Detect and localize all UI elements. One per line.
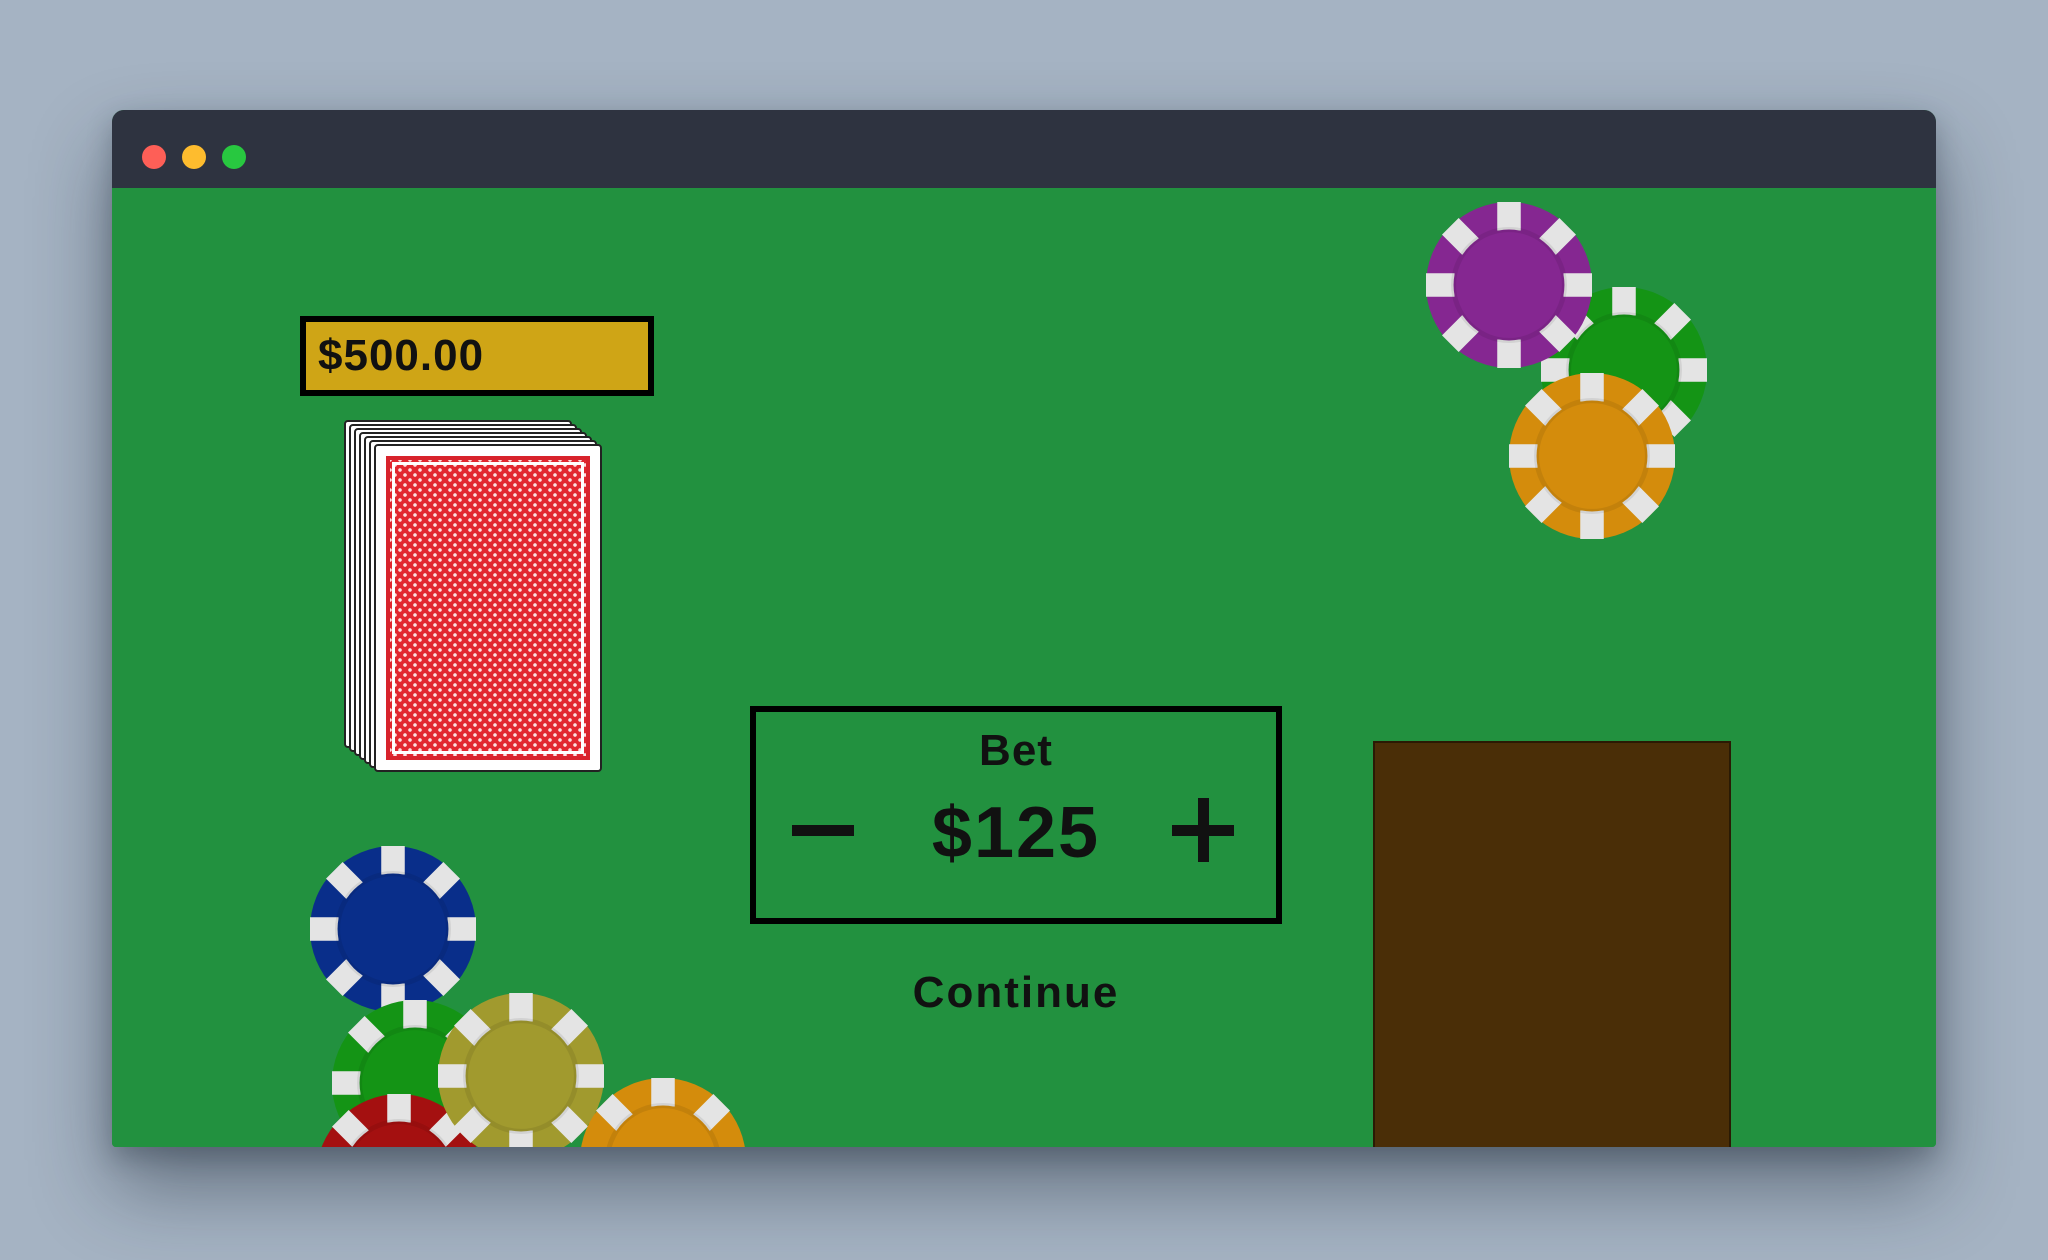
orange-chip[interactable] <box>579 1077 747 1147</box>
top-card <box>374 444 602 772</box>
card-back-pattern <box>386 456 590 760</box>
continue-button[interactable]: Continue <box>750 968 1282 1018</box>
purple-chip[interactable] <box>1425 201 1593 374</box>
bet-label: Bet <box>979 726 1053 775</box>
balance-value: $500.00 <box>318 331 485 380</box>
close-button[interactable] <box>142 145 166 169</box>
bet-panel: Bet $125 <box>750 706 1282 924</box>
orange-chip[interactable] <box>1508 372 1676 545</box>
game-table: $500.00 Bet $125 Continue <box>112 188 1936 1147</box>
discard-tray <box>1373 741 1731 1147</box>
app-window: $500.00 Bet $125 Continue <box>112 110 1936 1147</box>
minimize-button[interactable] <box>182 145 206 169</box>
balance-display: $500.00 <box>300 316 654 396</box>
title-bar <box>112 110 1936 188</box>
card-deck[interactable] <box>344 420 644 800</box>
maximize-button[interactable] <box>222 145 246 169</box>
increase-bet-button[interactable] <box>1166 790 1246 870</box>
